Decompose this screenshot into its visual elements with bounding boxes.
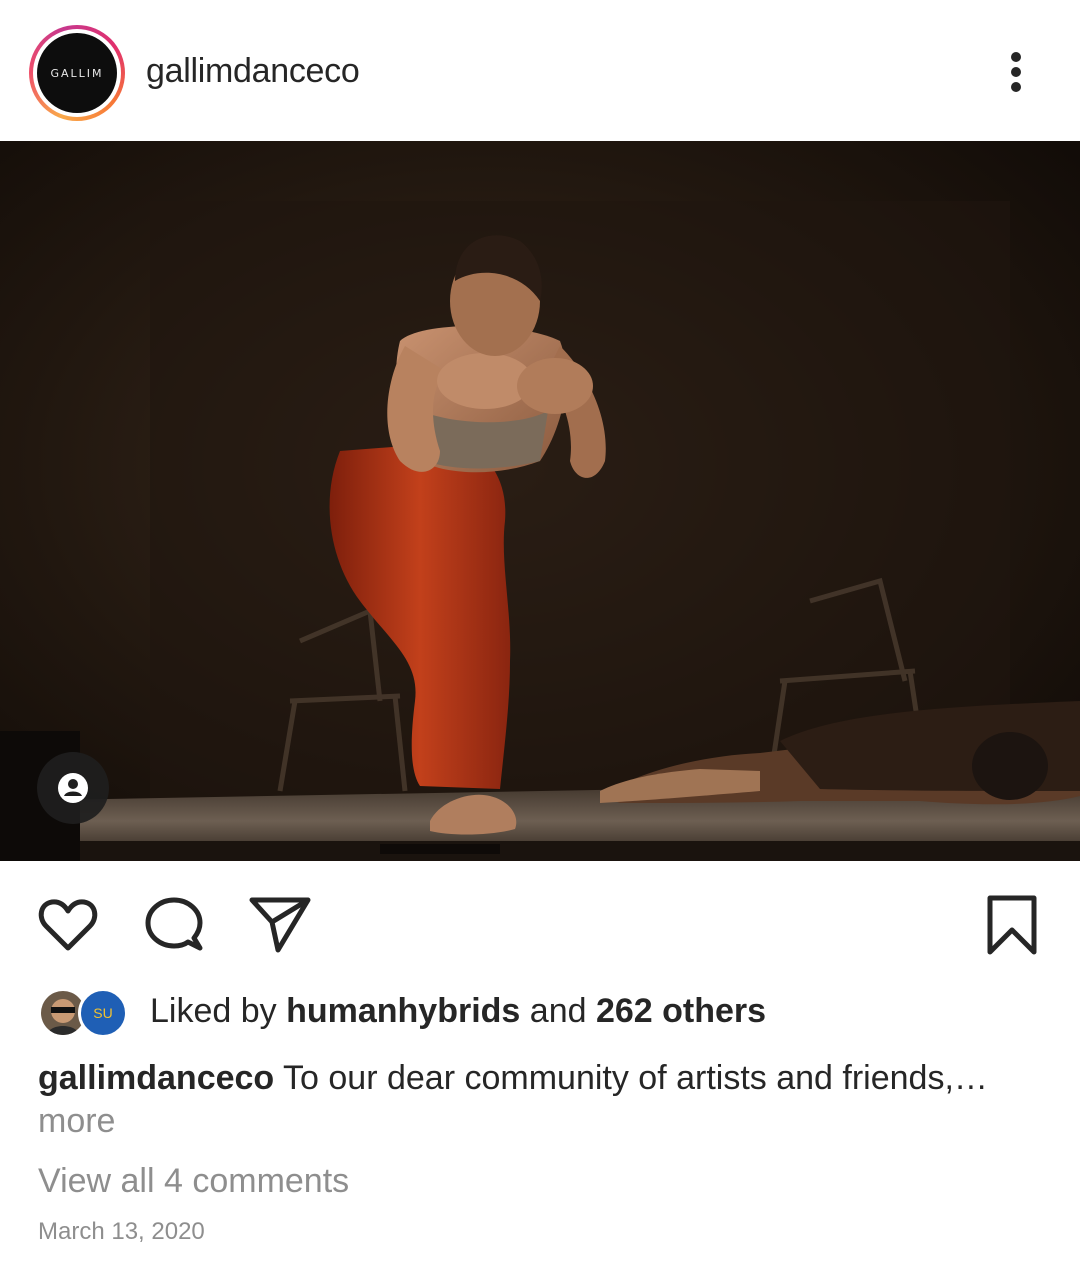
- user-tag-button[interactable]: [37, 752, 109, 824]
- avatar-logo: GALLIM: [37, 33, 117, 113]
- user-tag-icon: [58, 773, 88, 803]
- paper-plane-icon[interactable]: [248, 892, 312, 956]
- post-username[interactable]: gallimdanceco: [146, 52, 360, 91]
- caption-username[interactable]: gallimdanceco: [38, 1059, 274, 1097]
- comment-bubble-icon[interactable]: [142, 892, 206, 956]
- post-header: GALLIM gallimdanceco: [0, 0, 1080, 140]
- likes-count-link[interactable]: 262 others: [596, 992, 766, 1030]
- caption-more-link[interactable]: more: [38, 1102, 115, 1141]
- caption-text: To our dear community of artists and fri…: [283, 1059, 988, 1097]
- post-date: March 13, 2020: [38, 1218, 205, 1245]
- profile-avatar[interactable]: GALLIM: [29, 25, 125, 121]
- likes-text: Liked by humanhybrids and 262 others: [150, 992, 767, 1030]
- bookmark-icon[interactable]: [980, 892, 1044, 956]
- caption: gallimdanceco To our dear community of a…: [38, 1054, 1048, 1102]
- view-comments-link[interactable]: View all 4 comments: [38, 1162, 349, 1201]
- likes-row[interactable]: SU Liked by humanhybrids and 262 others: [38, 984, 1048, 1040]
- action-bar: [0, 880, 1080, 960]
- first-liker-link[interactable]: humanhybrids: [286, 992, 520, 1030]
- post-photo[interactable]: [0, 141, 1080, 861]
- liker-avatar-2: SU: [78, 988, 128, 1038]
- more-options-icon[interactable]: [996, 44, 1036, 100]
- dance-stage-image: [0, 141, 1080, 861]
- heart-icon[interactable]: [36, 892, 100, 956]
